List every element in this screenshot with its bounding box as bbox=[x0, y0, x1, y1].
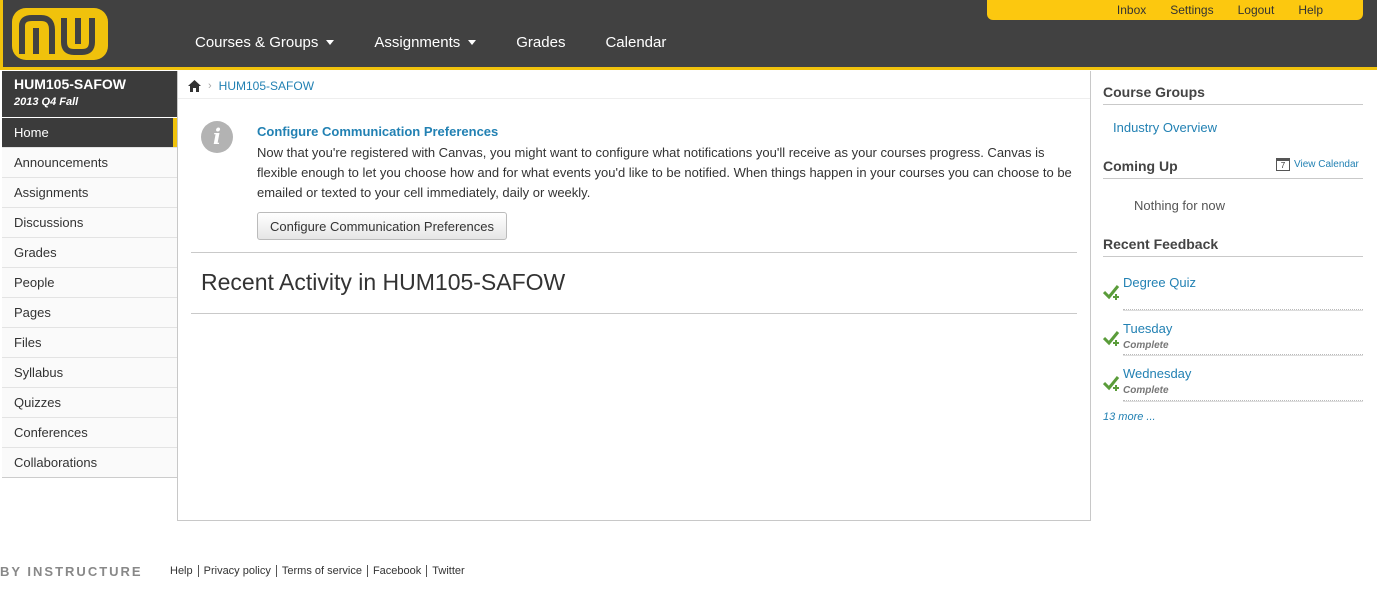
recent-feedback-heading: Recent Feedback bbox=[1103, 236, 1219, 252]
view-calendar-label: View Calendar bbox=[1294, 159, 1359, 170]
course-nav-discussions[interactable]: Discussions bbox=[2, 207, 177, 237]
footer-links: Help Privacy policy Terms of service Fac… bbox=[170, 565, 470, 577]
coming-up-empty: Nothing for now bbox=[1134, 198, 1226, 213]
divider bbox=[1103, 104, 1363, 105]
help-link[interactable]: Help bbox=[1298, 3, 1323, 17]
course-header: HUM105-SAFOW 2013 Q4 Fall bbox=[2, 71, 177, 117]
info-icon: i bbox=[201, 121, 233, 153]
divider bbox=[191, 252, 1077, 253]
inbox-link[interactable]: Inbox bbox=[1117, 3, 1146, 17]
course-term: 2013 Q4 Fall bbox=[14, 96, 79, 108]
notice-title-link[interactable]: Configure Communication Preferences bbox=[257, 124, 498, 139]
nu-logo[interactable] bbox=[8, 4, 112, 64]
group-link-industry-overview[interactable]: Industry Overview bbox=[1113, 120, 1217, 135]
course-nav-conferences[interactable]: Conferences bbox=[2, 417, 177, 447]
user-links-bar: Inbox Settings Logout Help bbox=[987, 0, 1363, 20]
course-nav: Home Announcements Assignments Discussio… bbox=[2, 118, 177, 478]
nav-courses-groups[interactable]: Courses & Groups bbox=[195, 34, 335, 51]
logout-link[interactable]: Logout bbox=[1238, 3, 1275, 17]
caret-down-icon bbox=[468, 40, 477, 45]
configure-preferences-button[interactable]: Configure Communication Preferences bbox=[257, 212, 507, 240]
main-content: › HUM105-SAFOW i Configure Communication… bbox=[177, 71, 1091, 521]
breadcrumb-divider bbox=[178, 98, 1090, 99]
course-nav-collaborations[interactable]: Collaborations bbox=[2, 447, 177, 477]
view-calendar-link[interactable]: 7 View Calendar bbox=[1276, 158, 1359, 171]
course-nav-assignments[interactable]: Assignments bbox=[2, 177, 177, 207]
divider bbox=[1123, 354, 1363, 356]
course-nav-announcements[interactable]: Announcements bbox=[2, 147, 177, 177]
breadcrumb: › HUM105-SAFOW bbox=[188, 79, 314, 93]
breadcrumb-course-link[interactable]: HUM105-SAFOW bbox=[219, 79, 314, 93]
footer-twitter-link[interactable]: Twitter bbox=[426, 565, 469, 577]
settings-link[interactable]: Settings bbox=[1170, 3, 1213, 17]
feedback-item-degree-quiz[interactable]: Degree Quiz bbox=[1123, 275, 1196, 290]
divider bbox=[1103, 256, 1363, 257]
nav-calendar[interactable]: Calendar bbox=[605, 34, 666, 51]
course-nav-grades[interactable]: Grades bbox=[2, 237, 177, 267]
notice-body: Now that you're registered with Canvas, … bbox=[257, 145, 1072, 200]
nav-label: Courses & Groups bbox=[195, 34, 319, 51]
course-nav-home[interactable]: Home bbox=[2, 118, 177, 147]
divider bbox=[1103, 178, 1363, 179]
caret-down-icon bbox=[326, 40, 335, 45]
header-left-edge bbox=[0, 0, 3, 70]
divider bbox=[191, 313, 1077, 314]
nav-label: Calendar bbox=[605, 34, 667, 51]
nav-label: Assignments bbox=[374, 34, 461, 51]
feedback-item-wednesday[interactable]: Wednesday bbox=[1123, 366, 1191, 381]
divider bbox=[1123, 309, 1363, 311]
global-nav: Courses & Groups Assignments Grades Cale… bbox=[195, 34, 706, 51]
footer-terms-link[interactable]: Terms of service bbox=[275, 565, 367, 577]
home-icon[interactable] bbox=[188, 80, 201, 92]
course-nav-syllabus[interactable]: Syllabus bbox=[2, 357, 177, 387]
coming-up-heading: Coming Up bbox=[1103, 158, 1178, 174]
calendar-icon: 7 bbox=[1276, 158, 1290, 171]
course-nav-quizzes[interactable]: Quizzes bbox=[2, 387, 177, 417]
feedback-status: Complete bbox=[1123, 340, 1169, 351]
instructure-brand[interactable]: BY INSTRUCTURE bbox=[0, 564, 143, 579]
course-groups-heading: Course Groups bbox=[1103, 84, 1205, 100]
graded-check-icon bbox=[1103, 285, 1120, 300]
breadcrumb-separator-icon: › bbox=[208, 80, 212, 92]
course-nav-files[interactable]: Files bbox=[2, 327, 177, 357]
footer-privacy-link[interactable]: Privacy policy bbox=[197, 565, 276, 577]
feedback-status: Complete bbox=[1123, 385, 1169, 396]
footer-facebook-link[interactable]: Facebook bbox=[366, 565, 426, 577]
nav-assignments[interactable]: Assignments bbox=[374, 34, 477, 51]
graded-check-icon bbox=[1103, 376, 1120, 391]
graded-check-icon bbox=[1103, 331, 1120, 346]
feedback-item-tuesday[interactable]: Tuesday bbox=[1123, 321, 1172, 336]
divider bbox=[1123, 400, 1363, 402]
footer-help-link[interactable]: Help bbox=[170, 565, 198, 577]
recent-activity-heading: Recent Activity in HUM105-SAFOW bbox=[201, 269, 566, 295]
course-name: HUM105-SAFOW bbox=[14, 76, 127, 92]
course-nav-people[interactable]: People bbox=[2, 267, 177, 297]
course-nav-pages[interactable]: Pages bbox=[2, 297, 177, 327]
nav-label: Grades bbox=[516, 34, 566, 51]
header-accent-strip bbox=[0, 67, 1377, 70]
more-feedback-link[interactable]: 13 more ... bbox=[1103, 411, 1156, 423]
nav-grades[interactable]: Grades bbox=[516, 34, 565, 51]
